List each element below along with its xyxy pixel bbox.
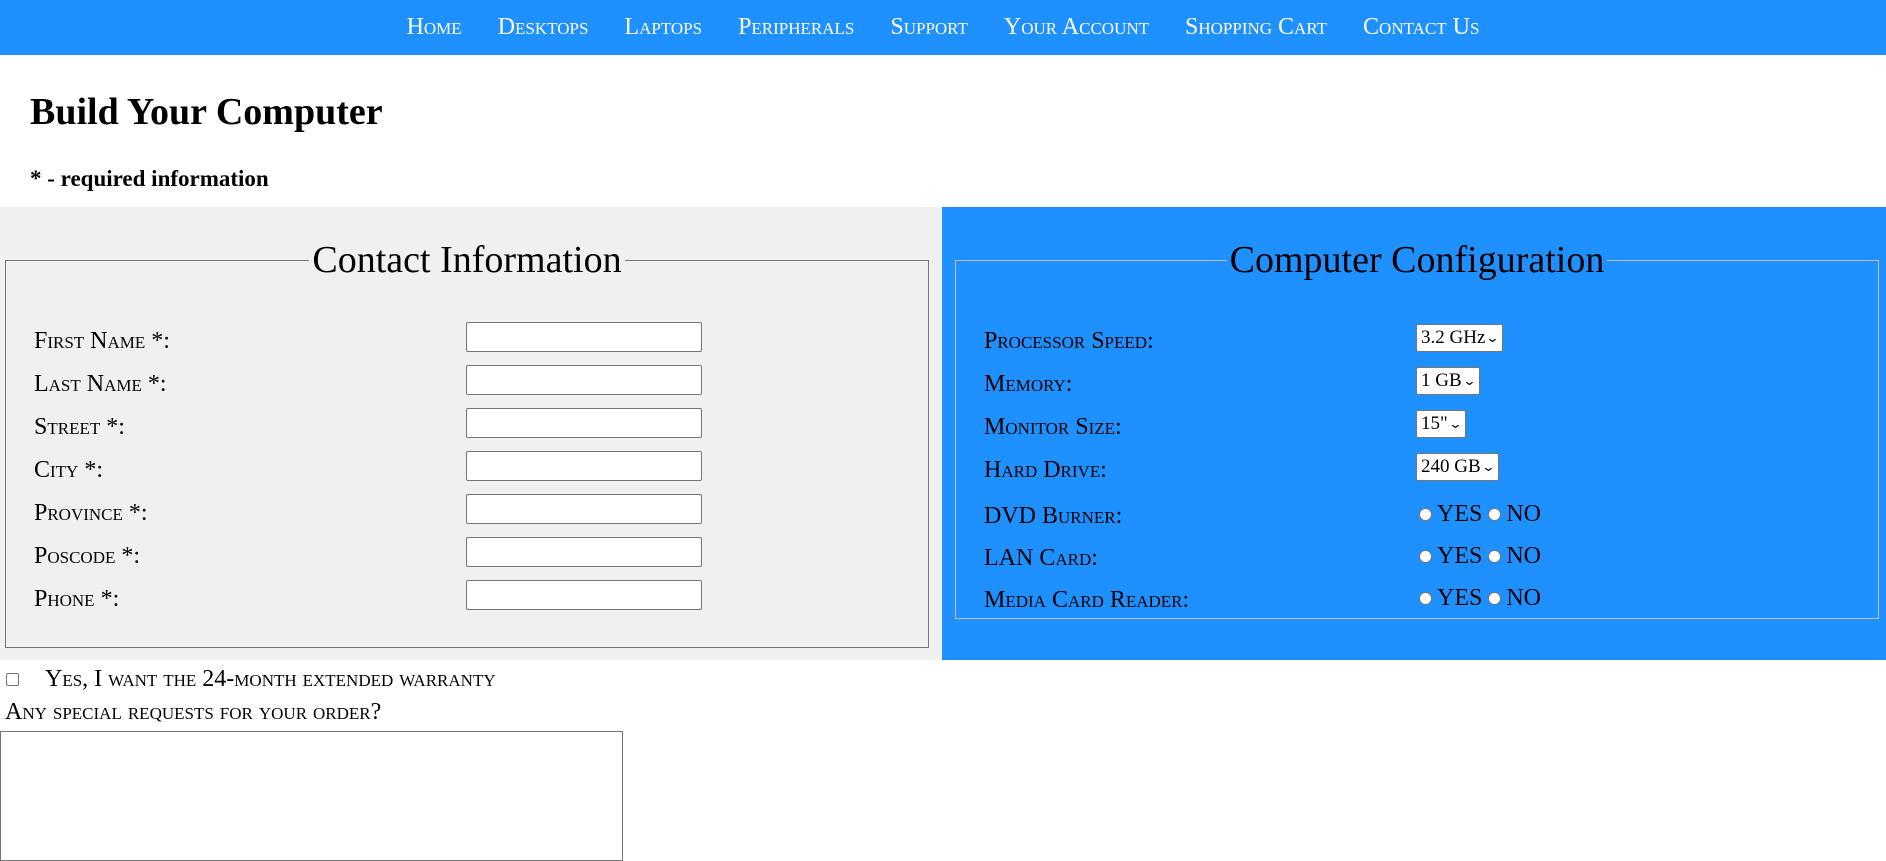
dvd-burner-label: DVD Burner:: [984, 503, 1123, 529]
chevron-down-icon: ⌄: [1462, 373, 1477, 389]
hard-drive-select[interactable]: 240 GB ⌄: [1416, 453, 1499, 481]
hard-drive-label: Hard Drive:: [984, 457, 1107, 483]
dvd-burner-yes-radio[interactable]: [1419, 508, 1432, 521]
memory-label: Memory:: [984, 371, 1073, 397]
lan-card-options: YES NO: [1419, 543, 1547, 570]
dvd-burner-options: YES NO: [1419, 501, 1547, 528]
nav-your-account[interactable]: Your Account: [1004, 0, 1149, 55]
province-label: Province *:: [34, 500, 148, 526]
first-name-input[interactable]: [466, 322, 702, 352]
warranty-checkbox[interactable]: [6, 673, 19, 686]
dvd-burner-yes-label: YES: [1437, 501, 1483, 527]
poscode-input[interactable]: [466, 537, 702, 567]
first-name-label: First Name *:: [34, 328, 170, 354]
media-card-reader-yes-label: YES: [1437, 585, 1483, 611]
special-requests-textarea[interactable]: [0, 731, 623, 861]
nav-shopping-cart[interactable]: Shopping Cart: [1185, 0, 1327, 55]
hard-drive-value: 240 GB: [1421, 456, 1481, 477]
chevron-down-icon: ⌄: [1481, 459, 1496, 475]
contact-panel: Contact Information First Name *: Last N…: [0, 207, 942, 660]
phone-label: Phone *:: [34, 586, 120, 612]
first-name-row: First Name *:: [6, 322, 928, 365]
contact-legend: Contact Information: [312, 239, 622, 281]
city-input[interactable]: [466, 451, 702, 481]
processor-speed-select[interactable]: 3.2 GHz ⌄: [1416, 324, 1504, 352]
media-card-reader-options: YES NO: [1419, 585, 1547, 612]
dvd-burner-row: DVD Burner: YES NO: [956, 499, 1878, 542]
chevron-down-icon: ⌄: [1485, 330, 1500, 346]
media-card-reader-no-radio[interactable]: [1488, 592, 1502, 605]
province-input[interactable]: [466, 494, 702, 524]
form-panels: Contact Information First Name *: Last N…: [0, 207, 1886, 660]
last-name-row: Last Name *:: [6, 365, 928, 408]
last-name-input[interactable]: [466, 365, 702, 395]
monitor-size-value: 15": [1421, 413, 1448, 434]
lan-card-yes-radio[interactable]: [1419, 550, 1432, 563]
street-input[interactable]: [466, 408, 702, 438]
nav-contact-us[interactable]: Contact Us: [1363, 0, 1479, 55]
street-row: Street *:: [6, 408, 928, 451]
processor-speed-row: Processor Speed: 3.2 GHz ⌄: [956, 322, 1878, 365]
processor-speed-value: 3.2 GHz: [1421, 327, 1486, 348]
lan-card-row: LAN Card: YES NO: [956, 541, 1878, 584]
lan-card-no-radio[interactable]: [1488, 550, 1502, 563]
media-card-reader-row: Media Card Reader: YES NO: [956, 583, 1878, 626]
nav-desktops[interactable]: Desktops: [498, 0, 589, 55]
processor-speed-label: Processor Speed:: [984, 328, 1154, 354]
media-card-reader-no-label: NO: [1506, 585, 1542, 611]
nav-peripherals[interactable]: Peripherals: [738, 0, 854, 55]
main-nav: Home Desktops Laptops Peripherals Suppor…: [0, 0, 1886, 55]
config-panel: Computer Configuration Processor Speed: …: [942, 207, 1886, 660]
media-card-reader-yes-radio[interactable]: [1419, 592, 1432, 605]
chevron-down-icon: ⌄: [1448, 416, 1463, 432]
config-fieldset: Computer Configuration Processor Speed: …: [955, 241, 1879, 619]
lan-card-no-label: NO: [1506, 543, 1542, 569]
poscode-label: Poscode *:: [34, 543, 141, 569]
street-label: Street *:: [34, 414, 125, 440]
memory-row: Memory: 1 GB ⌄: [956, 365, 1878, 408]
config-legend: Computer Configuration: [1229, 239, 1605, 281]
phone-input[interactable]: [466, 580, 702, 610]
nav-support[interactable]: Support: [890, 0, 968, 55]
phone-row: Phone *:: [6, 580, 928, 623]
media-card-reader-label: Media Card Reader:: [984, 587, 1190, 613]
monitor-size-label: Monitor Size:: [984, 414, 1122, 440]
memory-value: 1 GB: [1421, 370, 1462, 391]
dvd-burner-no-radio[interactable]: [1488, 508, 1502, 521]
lan-card-yes-label: YES: [1437, 543, 1483, 569]
hard-drive-row: Hard Drive: 240 GB ⌄: [956, 451, 1878, 494]
special-requests-label: Any special requests for your order?: [5, 699, 382, 725]
city-label: City *:: [34, 457, 103, 483]
poscode-row: Poscode *:: [6, 537, 928, 580]
contact-fieldset: Contact Information First Name *: Last N…: [5, 241, 929, 648]
monitor-size-row: Monitor Size: 15" ⌄: [956, 408, 1878, 451]
lan-card-label: LAN Card:: [984, 545, 1098, 571]
warranty-label: Yes, I want the 24-month extended warran…: [45, 666, 496, 692]
city-row: City *:: [6, 451, 928, 494]
memory-select[interactable]: 1 GB ⌄: [1416, 367, 1480, 395]
last-name-label: Last Name *:: [34, 371, 167, 397]
nav-home[interactable]: Home: [407, 0, 462, 55]
monitor-size-select[interactable]: 15" ⌄: [1416, 410, 1466, 438]
nav-laptops[interactable]: Laptops: [624, 0, 702, 55]
page-title: Build Your Computer: [30, 91, 383, 133]
warranty-row: Yes, I want the 24-month extended warran…: [6, 666, 496, 693]
province-row: Province *:: [6, 494, 928, 537]
dvd-burner-no-label: NO: [1506, 501, 1542, 527]
required-note: * - required information: [30, 166, 269, 191]
